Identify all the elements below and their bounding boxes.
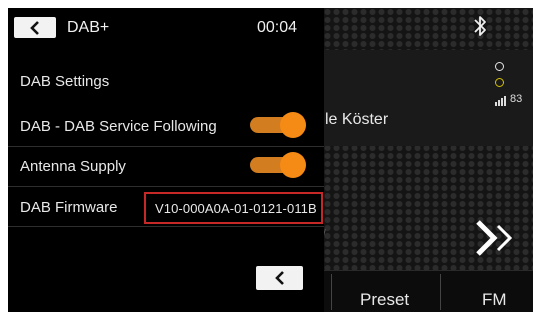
bluetooth-icon: [470, 14, 490, 38]
double-chevron-right-icon[interactable]: [470, 216, 522, 260]
firmware-version: V10-000A0A-01-0121-011B: [155, 201, 317, 216]
section-title: DAB Settings: [20, 73, 110, 90]
bar-separator: [440, 274, 441, 310]
divider: [8, 146, 324, 147]
panel-back-button[interactable]: [256, 266, 303, 290]
dab-screen: 83 le Köster / Preset FM DAB+ 00:04 DAB …: [8, 8, 533, 312]
page-title: DAB+: [67, 19, 110, 36]
fm-button[interactable]: FM: [482, 290, 507, 310]
signal-strength: 83: [510, 93, 523, 105]
status-ring-icon: [495, 62, 504, 71]
divider: [8, 186, 324, 187]
chevron-left-icon: [256, 270, 303, 286]
clock: 00:04: [257, 19, 298, 36]
back-button[interactable]: [14, 17, 56, 38]
antenna-supply-toggle[interactable]: [250, 152, 306, 178]
dab-settings-panel: DAB+ 00:04 DAB Settings DAB - DAB Servic…: [8, 8, 324, 312]
setting-label-antenna-supply: Antenna Supply: [20, 158, 126, 175]
bar-separator: [331, 274, 332, 310]
preset-button[interactable]: Preset: [360, 290, 409, 310]
signal-bars-icon: [495, 94, 509, 106]
setting-label-firmware: DAB Firmware: [20, 199, 118, 216]
chevron-left-icon: [14, 20, 56, 36]
setting-label-service-following: DAB - DAB Service Following: [20, 118, 217, 135]
artist-name: le Köster: [325, 111, 389, 128]
divider: [8, 226, 324, 227]
service-following-toggle[interactable]: [250, 112, 306, 138]
status-ring-yellow-icon: [495, 78, 504, 87]
